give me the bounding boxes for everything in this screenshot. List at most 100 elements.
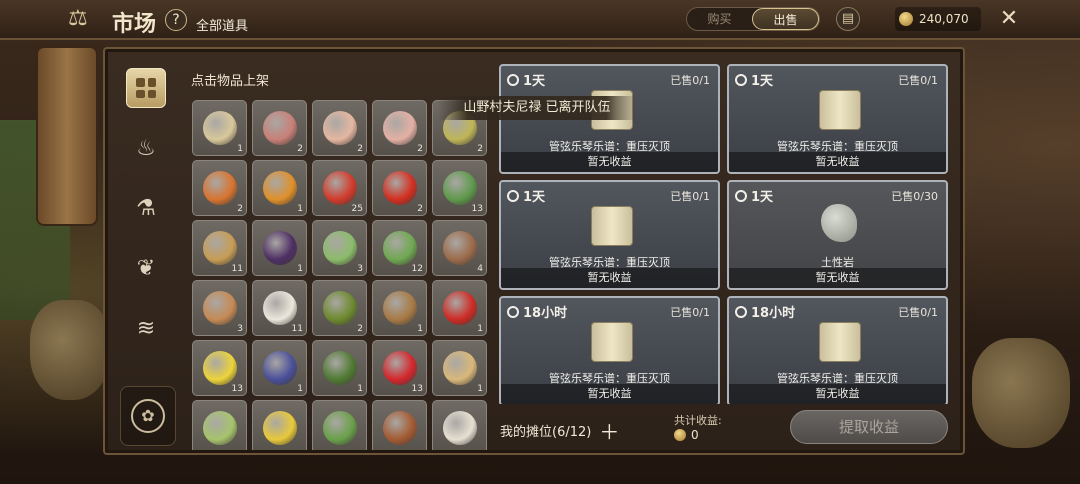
inventory-item[interactable]: 1: [312, 340, 367, 396]
claim-earnings-button[interactable]: 提取收益: [790, 410, 948, 444]
inventory-item[interactable]: 2: [192, 160, 247, 216]
item-count: 1: [477, 324, 483, 334]
inventory-item[interactable]: 3: [192, 280, 247, 336]
plant-icon: ❦: [136, 255, 156, 281]
item-count: 2: [357, 144, 363, 154]
coin-amount: 240,070: [919, 12, 969, 26]
inventory-item[interactable]: [192, 400, 247, 450]
clock-icon: [507, 189, 519, 202]
listing-earnings: 暂无收益: [501, 384, 718, 404]
listing-earnings: 暂无收益: [729, 268, 946, 288]
clock-icon: [507, 305, 519, 318]
background-sack: [972, 338, 1070, 448]
inventory-item[interactable]: 11: [252, 280, 307, 336]
listing-sold-count: 已售0/1: [898, 306, 938, 319]
inventory-item[interactable]: 12: [372, 220, 427, 276]
close-icon[interactable]: ✕: [986, 2, 1032, 36]
listing-time: 1天: [751, 74, 774, 89]
meat-icon: [262, 111, 297, 145]
inventory-item[interactable]: 1: [252, 160, 307, 216]
item-count: 1: [417, 324, 423, 334]
top-bar: ⚖ 市场 ? 全部道具 购买 出售 ▤ 240,070 ✕: [0, 0, 1080, 40]
item-count: 11: [231, 264, 243, 274]
lemon-icon: [202, 351, 237, 385]
inventory-item[interactable]: 13: [432, 160, 487, 216]
item-count: 2: [357, 324, 363, 334]
category-fish[interactable]: ≋: [126, 308, 166, 348]
listing-card[interactable]: 1天 已售0/30 土性岩 暂无收益: [727, 180, 948, 290]
pod-icon: [382, 231, 417, 265]
avocado-icon: [322, 351, 357, 385]
item-count: 2: [477, 144, 483, 154]
listing-card[interactable]: 18小时 已售0/1 管弦乐琴乐谱：重压灭顶 暂无收益: [499, 296, 720, 404]
strawberry-icon: [382, 351, 417, 385]
inventory-item[interactable]: 2: [252, 100, 307, 156]
inventory-item[interactable]: 13: [192, 340, 247, 396]
listing-earnings: 暂无收益: [501, 152, 718, 172]
tab-sell[interactable]: 出售: [752, 8, 819, 30]
item-count: 3: [237, 324, 243, 334]
inventory-item[interactable]: 2: [372, 160, 427, 216]
listing-earnings: 暂无收益: [729, 384, 946, 404]
inventory-item[interactable]: [252, 400, 307, 450]
walnut-icon: [382, 291, 417, 325]
cinnamon-icon: [382, 411, 417, 445]
listing-card[interactable]: 18小时 已售0/1 管弦乐琴乐谱：重压灭顶 暂无收益: [727, 296, 948, 404]
plus-icon[interactable]: ＋: [599, 416, 619, 445]
inventory-item[interactable]: 1: [372, 280, 427, 336]
tomato-icon: [322, 171, 357, 205]
inventory-item[interactable]: 1: [192, 100, 247, 156]
listing-duration: 1天: [507, 186, 545, 205]
inventory-item[interactable]: 25: [312, 160, 367, 216]
inventory-item[interactable]: 2: [312, 100, 367, 156]
inventory-item[interactable]: 1: [432, 340, 487, 396]
bottle-icon: [202, 111, 237, 145]
clock-icon: [735, 73, 747, 86]
item-count: 1: [297, 264, 303, 274]
inventory-item[interactable]: 11: [192, 220, 247, 276]
listing-sold-count: 已售0/1: [670, 190, 710, 203]
listing-card[interactable]: 1天 已售0/1 管弦乐琴乐谱：重压灭顶 暂无收益: [499, 180, 720, 290]
eggplant-icon: [262, 231, 297, 265]
listing-time: 1天: [523, 190, 546, 205]
inventory-item[interactable]: 13: [372, 340, 427, 396]
inventory-item[interactable]: 1: [432, 280, 487, 336]
blueberry-icon: [262, 351, 297, 385]
inventory-item[interactable]: [372, 400, 427, 450]
mushroom-icon: [202, 291, 237, 325]
category-all[interactable]: [126, 68, 166, 108]
mushroom-icon: [442, 231, 477, 265]
document-icon[interactable]: ▤: [836, 7, 860, 31]
tab-buy[interactable]: 购买: [687, 8, 752, 30]
item-count: 2: [417, 204, 423, 214]
category-plant[interactable]: ❦: [126, 248, 166, 288]
listing-sold-count: 已售0/1: [898, 74, 938, 87]
help-button[interactable]: ?: [165, 9, 187, 31]
category-pouch[interactable]: ♨: [126, 128, 166, 168]
listing-earnings: 暂无收益: [501, 268, 718, 288]
inventory-item[interactable]: [432, 400, 487, 450]
paw-badge-icon: ✿: [131, 399, 165, 433]
item-count: 2: [237, 204, 243, 214]
onion-icon: [202, 171, 237, 205]
inventory-item[interactable]: 1: [252, 220, 307, 276]
inventory-item[interactable]: 3: [312, 220, 367, 276]
rock-icon: [821, 204, 857, 242]
listing-sold-count: 已售0/1: [670, 74, 710, 87]
inventory-item[interactable]: 1: [252, 340, 307, 396]
category-potion[interactable]: ⚗: [126, 188, 166, 228]
listing-earnings: 暂无收益: [729, 152, 946, 172]
total-earnings-label: 共计收益:: [674, 414, 722, 427]
inventory-item[interactable]: 4: [432, 220, 487, 276]
flour-icon: [442, 351, 477, 385]
inventory-item[interactable]: [312, 400, 367, 450]
inventory-item[interactable]: 2: [372, 100, 427, 156]
clock-icon: [507, 73, 519, 86]
leaf-icon: [442, 171, 477, 205]
rail-bottom-button[interactable]: ✿: [120, 386, 176, 446]
background-sack: [30, 300, 110, 400]
listing-duration: 18小时: [507, 302, 567, 321]
listing-card[interactable]: 1天 已售0/1 管弦乐琴乐谱：重压灭顶 暂无收益: [727, 64, 948, 174]
sheet-music-icon: [819, 90, 861, 130]
inventory-item[interactable]: 2: [312, 280, 367, 336]
